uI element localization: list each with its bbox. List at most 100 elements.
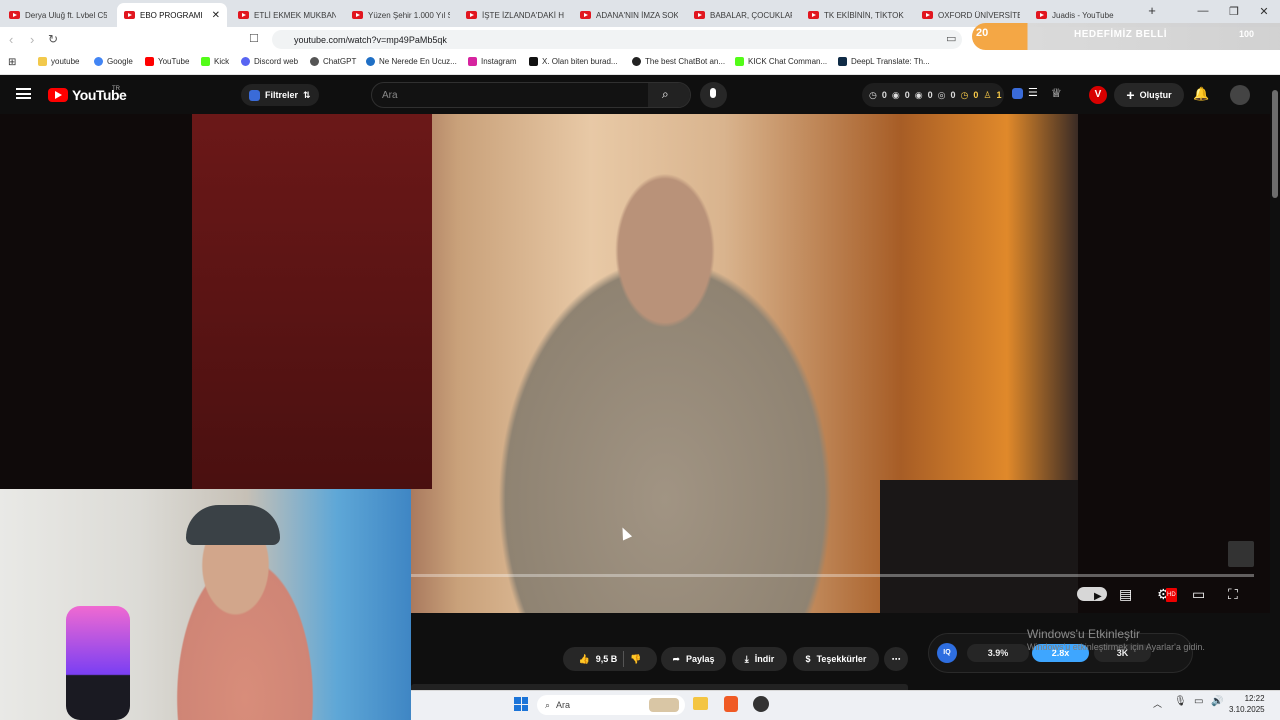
list-icon[interactable]: ☰ bbox=[1028, 86, 1038, 99]
bookmark-item[interactable]: The best ChatBot an... bbox=[632, 57, 725, 66]
bookmark-item[interactable]: Discord web bbox=[241, 57, 298, 66]
profile-avatar[interactable] bbox=[1230, 85, 1250, 105]
extension-label: HEDEFİMİZ BELLİ bbox=[1074, 29, 1168, 40]
bookmark-item[interactable]: DeepL Translate: Th... bbox=[838, 57, 930, 66]
channel-watermark[interactable] bbox=[1228, 541, 1254, 567]
bookmark-item[interactable]: KICK Chat Comman... bbox=[735, 57, 827, 66]
bookmark-label: Discord web bbox=[254, 57, 299, 66]
hamburger-menu-icon[interactable] bbox=[16, 88, 31, 99]
volume-icon[interactable]: 🔊 bbox=[1211, 696, 1223, 707]
bookmark-icon[interactable]: ☐ bbox=[249, 33, 259, 46]
search-button[interactable]: ⌕ bbox=[648, 83, 690, 107]
create-button[interactable]: + Oluştur bbox=[1114, 83, 1184, 107]
filters-button[interactable]: Filtreler ⇅ bbox=[241, 84, 319, 106]
channel-avatar[interactable]: V bbox=[1089, 86, 1107, 104]
taskbar-search[interactable]: ⌕ Ara bbox=[537, 695, 685, 715]
create-label: Oluştur bbox=[1139, 90, 1172, 100]
eye-off-icon: ◎ bbox=[937, 89, 946, 100]
theater-mode-icon[interactable]: ▭ bbox=[1192, 587, 1205, 601]
bookmark-item[interactable]: Google bbox=[94, 57, 133, 66]
tray-chevron-icon[interactable]: ︿ bbox=[1153, 697, 1162, 710]
divider bbox=[623, 651, 625, 667]
speed-percent[interactable]: 3.9% bbox=[967, 644, 1029, 662]
tab-title: TK EKİBİNİN, TİKTOK V bbox=[824, 10, 906, 20]
search-input[interactable]: Ara ⌕ bbox=[371, 82, 691, 108]
instagram-icon bbox=[468, 57, 477, 66]
bookmark-item[interactable]: YouTube bbox=[145, 57, 189, 66]
voice-search-button[interactable] bbox=[700, 82, 727, 108]
browser-tab[interactable]: Yüzen Şehir 1.000 Yıl S bbox=[345, 3, 457, 27]
thanks-button[interactable]: $ Teşekkürler bbox=[793, 647, 879, 671]
bookmark-label: ChatGPT bbox=[323, 57, 357, 66]
maximize-icon[interactable]: ❐ bbox=[1226, 5, 1242, 18]
bookmark-item[interactable]: Instagram bbox=[468, 57, 517, 66]
scrollbar-thumb[interactable] bbox=[1272, 90, 1278, 198]
browser-tab[interactable]: ETLİ EKMEK MUKBANG bbox=[231, 3, 343, 27]
bookmark-item[interactable]: Ne Nerede En Ucuz... bbox=[366, 57, 457, 66]
minimize-icon[interactable]: — bbox=[1195, 5, 1211, 17]
back-icon[interactable]: ‹ bbox=[9, 33, 13, 46]
new-tab-button[interactable]: + bbox=[1144, 3, 1160, 18]
extension-stats-bar[interactable]: ◷ 0 ◉ 0 ◉ 0 ◎ 0 ◷ 0 ♙ 1 bbox=[862, 83, 1004, 107]
youtube-favicon-icon bbox=[922, 11, 933, 19]
close-window-icon[interactable]: ✕ bbox=[1256, 5, 1272, 18]
thanks-label: Teşekkürler bbox=[816, 654, 867, 664]
taskbar-search-placeholder: Ara bbox=[556, 700, 571, 710]
folder-icon bbox=[38, 57, 47, 66]
url-field[interactable]: youtube.com/watch?v=mp49PaMb5qk bbox=[272, 30, 962, 49]
apps-icon[interactable]: ⊞ bbox=[8, 57, 16, 68]
file-explorer-icon[interactable] bbox=[693, 697, 708, 710]
browser-tab[interactable]: Derya Uluğ ft. Lvbel C5 bbox=[2, 3, 114, 27]
iq-extension-icon[interactable] bbox=[1012, 88, 1023, 99]
deepl-icon bbox=[838, 57, 847, 66]
super-thanks-icon: $ bbox=[805, 654, 811, 664]
notifications-bell-icon[interactable]: 🔔 bbox=[1193, 86, 1209, 102]
browser-tab-active[interactable]: EBO PROGRAMI İLE ✕ bbox=[117, 3, 227, 27]
browser-tab[interactable]: İŞTE İZLANDA'DAKİ HA bbox=[459, 3, 571, 27]
download-button[interactable]: ⤓ İndir bbox=[732, 647, 787, 671]
youtube-favicon-icon bbox=[9, 11, 20, 19]
trophy-icon[interactable]: ♕ bbox=[1051, 86, 1062, 100]
cast-icon[interactable]: ▭ bbox=[946, 33, 956, 46]
bookmark-label: X. Olan biten burad... bbox=[542, 57, 618, 66]
bookmark-label: YouTube bbox=[158, 57, 190, 66]
reload-icon[interactable]: ↻ bbox=[48, 33, 58, 46]
bookmark-item[interactable]: X. Olan biten burad... bbox=[529, 57, 618, 66]
network-icon[interactable]: ▭ bbox=[1194, 696, 1203, 707]
autoplay-toggle[interactable] bbox=[1077, 587, 1107, 601]
share-button[interactable]: ➦ Paylaş bbox=[661, 647, 726, 671]
browser-tab[interactable]: BABALAR, ÇOCUKLAR bbox=[687, 3, 799, 27]
more-icon: ⋯ bbox=[891, 653, 901, 664]
microphone-icon bbox=[710, 88, 716, 98]
tab-title: ADANA'NIN İMZA SOK bbox=[596, 10, 678, 20]
bookmark-label: Instagram bbox=[481, 57, 517, 66]
bookmark-item[interactable]: youtube bbox=[38, 57, 79, 66]
mic-tray-icon[interactable]: 🎙 bbox=[1174, 696, 1187, 707]
close-tab-icon[interactable]: ✕ bbox=[212, 10, 220, 21]
like-button[interactable]: 👍 9,5 B 👎 bbox=[563, 647, 657, 671]
browser-tab[interactable]: ADANA'NIN İMZA SOK bbox=[573, 3, 685, 27]
autoplay-play-icon: ▶ bbox=[1094, 591, 1102, 602]
tab-title: BABALAR, ÇOCUKLAR bbox=[710, 10, 792, 20]
windows-activation-title: Windows'u Etkinleştir bbox=[1027, 627, 1140, 641]
webcam-headphones bbox=[186, 505, 280, 545]
sliders-icon: ⇅ bbox=[303, 89, 311, 100]
stat-value: 0 bbox=[950, 90, 956, 100]
subtitles-icon[interactable]: ▤ bbox=[1119, 587, 1132, 601]
screen: { "browser": { "tabs": [ {"label": "Dery… bbox=[0, 0, 1280, 720]
app-icon[interactable] bbox=[753, 696, 769, 712]
like-count: 9,5 B bbox=[595, 654, 618, 664]
more-actions-button[interactable]: ⋯ bbox=[884, 647, 908, 671]
browser-tab[interactable]: TK EKİBİNİN, TİKTOK V bbox=[801, 3, 913, 27]
windows-start-icon[interactable] bbox=[514, 697, 528, 711]
fullscreen-icon[interactable]: ⛶ bbox=[1228, 587, 1238, 601]
forward-icon[interactable]: › bbox=[30, 33, 34, 46]
iq-icon[interactable]: IQ bbox=[937, 643, 957, 663]
brave-browser-icon[interactable] bbox=[724, 696, 738, 712]
video-progress-bar[interactable] bbox=[410, 574, 1254, 577]
bookmarks-bar: ⊞ youtube Google YouTube Kick Discord we… bbox=[0, 52, 1280, 75]
bookmark-label: Ne Nerede En Ucuz... bbox=[379, 57, 457, 66]
bookmark-item[interactable]: Kick bbox=[201, 57, 229, 66]
taskbar-clock[interactable]: 12:22 3.10.2025 bbox=[1229, 693, 1265, 715]
bookmark-item[interactable]: ChatGPT bbox=[310, 57, 356, 66]
